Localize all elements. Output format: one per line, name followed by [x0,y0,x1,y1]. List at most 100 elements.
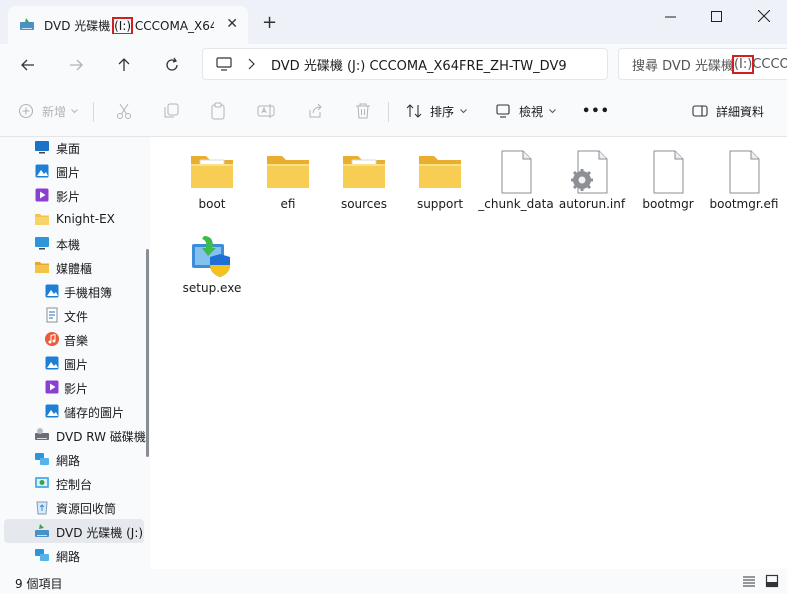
sidebar-item-label: 音樂 [64,334,89,348]
status-bar: 9 個項目 [0,569,787,594]
new-button[interactable]: 新增 [18,98,78,124]
sidebar-item-label: 手機相簿 [64,286,113,300]
sidebar-item-label: 網路 [56,550,81,564]
sort-button[interactable]: 排序 [405,98,467,124]
file-item[interactable]: boot [174,142,250,226]
drive-letter-highlight: (I:) [731,54,755,74]
close-tab-icon[interactable]: ✕ [226,16,238,32]
sidebar-item[interactable]: 控制台 [4,471,144,495]
delete-button[interactable] [354,98,372,124]
chevron-down-icon [71,108,78,113]
sidebar-item[interactable]: 網路 [4,447,144,471]
maximize-button[interactable] [693,0,739,32]
file-item[interactable]: sources [326,142,402,226]
folder-icon [418,150,462,194]
file-item[interactable]: _chunk_data [478,142,554,226]
videos-icon [44,379,60,395]
details-pane-icon [692,105,708,117]
sidebar-item[interactable]: 儲存的圖片 [4,399,144,423]
cut-button[interactable] [115,98,133,124]
sidebar-item[interactable]: 影片 [4,375,144,399]
sidebar-item-label: Knight-EX [56,212,115,226]
refresh-button[interactable] [158,52,186,78]
forward-button[interactable] [62,52,90,78]
file-item[interactable]: efi [250,142,326,226]
details-view-icon[interactable] [742,575,756,587]
sidebar-item[interactable]: 影片 [4,183,144,207]
view-button[interactable]: 檢視 [495,98,556,124]
network-icon [34,451,50,467]
computer-icon [216,57,232,71]
file-item[interactable]: support [402,142,478,226]
file-item[interactable]: autorun.inf [554,142,630,226]
paste-button[interactable] [209,98,227,124]
sidebar-item[interactable]: 媒體櫃 [4,255,144,279]
maximize-icon [710,10,722,22]
sidebar-item[interactable]: 文件 [4,303,144,327]
trash-icon [356,103,370,119]
sidebar-item[interactable]: Knight-EX [4,207,144,231]
sidebar-item-label: 儲存的圖片 [64,406,125,420]
sidebar-item[interactable]: 圖片 [4,351,144,375]
plus-circle-icon [18,103,34,119]
library-folder-icon [34,259,50,275]
sidebar-item[interactable]: DVD 光碟機 (J:) [4,519,144,543]
sidebar-item-label: 影片 [64,382,89,396]
tab-active[interactable]: DVD 光碟機 (I:) CCCOMA_X64FRE ✕ [8,6,248,44]
new-tab-button[interactable]: + [262,12,277,33]
chevron-down-icon [549,108,556,113]
sidebar-item[interactable]: 圖片 [4,159,144,183]
large-icons-view-icon[interactable] [765,574,779,588]
sidebar-item[interactable]: 資源回收筒 [4,495,144,519]
sidebar-item[interactable]: 音樂 [4,327,144,351]
sidebar-item[interactable]: 桌面 [4,137,144,159]
more-options-button[interactable]: ••• [582,98,610,124]
videos-icon [34,187,50,203]
file-item[interactable]: bootmgr [630,142,706,226]
share-icon [309,103,322,118]
file-item[interactable]: setup.exe [174,226,250,310]
sidebar-item-label: DVD 光碟機 (J:) [56,526,144,540]
file-list: boot efi sources support _chunk_data autorun.… [158,137,787,569]
scissors-icon [117,103,131,119]
address-bar[interactable]: DVD 光碟機 (J:) CCCOMA_X64FRE_ZH-TW_DV9 [202,48,608,80]
sidebar-item-label: 資源回收筒 [56,502,117,516]
command-bar: 新增 排序 檢視 ••• 詳細資料 [0,86,787,137]
file-name: setup.exe [182,281,242,295]
document-icon [44,307,60,323]
sidebar-item-label: 媒體櫃 [56,262,93,276]
navigation-pane: 桌面 圖片 影片 Knight-EX 本機 媒體櫃 手機相簿 文件 音樂 圖片 影片 儲存的圖片 DVD… [0,137,150,569]
sidebar-item[interactable]: 網路 [4,543,144,567]
up-button[interactable] [110,52,138,78]
music-icon [44,331,60,347]
sidebar-item[interactable]: DVD RW 磁碟機 [4,423,146,447]
minimize-button[interactable] [647,0,693,32]
close-window-button[interactable] [741,0,787,32]
file-name: _chunk_data [478,197,554,211]
dvd-disc-icon [34,523,50,539]
folder-icon [34,211,50,227]
desktop-icon [34,139,50,155]
share-button[interactable] [306,98,324,124]
arrow-up-icon [118,58,130,71]
sidebar-scrollbar[interactable] [146,249,149,457]
pictures-icon [34,163,50,179]
rename-button[interactable] [257,98,275,124]
sort-icon [406,104,422,118]
refresh-icon [166,57,178,71]
copy-icon [164,103,179,118]
file-item[interactable]: bootmgr.efi [706,142,782,226]
sidebar-item[interactable]: 手機相簿 [4,279,144,303]
details-pane-button[interactable]: 詳細資料 [692,98,764,124]
network-icon [34,547,50,563]
copy-button[interactable] [162,98,180,124]
recycle-bin-icon [34,499,50,515]
toolbar-divider [388,102,389,122]
sidebar-item-label: 圖片 [64,358,89,372]
back-button[interactable] [14,52,42,78]
pc-icon [34,235,50,251]
file-name: efi [280,197,296,211]
sidebar-item[interactable]: 本機 [4,231,144,255]
control-panel-icon [34,475,50,491]
search-input[interactable]: 搜尋 DVD 光碟機 (I:) CCCO [618,48,787,80]
